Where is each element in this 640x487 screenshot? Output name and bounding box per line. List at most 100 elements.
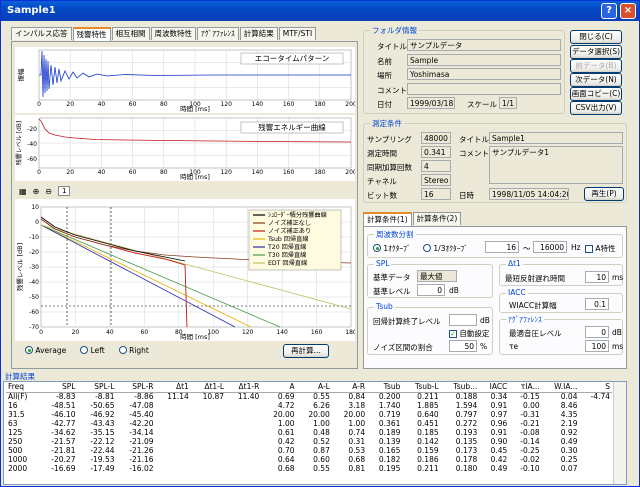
results-col-header[interactable]: A-L [296,382,332,393]
band-octave-option[interactable]: 1ｵｸﾀｰﾌﾞ [373,243,411,254]
table-cell [191,446,226,455]
results-col-header[interactable]: S [579,382,612,393]
recalc-button[interactable]: 再計算... [283,344,329,358]
results-col-header[interactable]: Δt1-R [226,382,262,393]
table-cell [226,410,261,419]
dt1-label: 最短反射遅れ時間 [505,274,565,283]
decay-curve-chart: ｼｭﾛｰﾀﾞｰ積分残響曲線ノイズ補正なしノイズ補正ありTsub 回帰直線T20 … [15,199,355,341]
results-col-header[interactable]: τIA... [509,382,542,393]
table-row[interactable]: 2000 -16.69 -17.49 -16.02 0.68 0.55 0.81 0.195 0… [6,464,612,473]
zoom-out-icon[interactable]: ⊖ [45,187,52,196]
folder-group-title: フォルダ情報 [370,25,419,36]
octave-radio[interactable] [373,244,381,252]
dt1-field[interactable]: 10 [585,271,609,283]
band-to-field[interactable]: 16000 [533,241,567,253]
x-tick-label: 180 [314,169,326,176]
band-third-option[interactable]: 1/3ｵｸﾀｰﾌﾞ [423,243,468,254]
screen-copy-button[interactable]: 画面コピー(C) [570,87,622,101]
table-cell [156,410,191,419]
grid-icon[interactable]: ▦ [19,187,27,196]
results-table-wrap: Freq SPL SPL-L SPL-R Δt1 Δt1-L Δt1-R A A-L A-R Tsu… [3,381,627,485]
zoom-value[interactable]: 1 [57,186,71,196]
table-cell: 11.14 [167,391,189,401]
prev-data-button[interactable]: 前データ(B) [570,59,622,73]
table-cell: 0.49 [490,463,508,473]
x-tick-label: 160 [283,169,295,176]
close-dialog-button[interactable]: 閉じる(C) [570,30,622,44]
radio-right-circle[interactable] [118,346,127,354]
tab-reverb[interactable]: 残響特性 [72,27,111,41]
results-col-header[interactable]: Δt1 [155,382,191,393]
results-col-header[interactable]: Tsub-L [402,382,441,393]
radio-average-circle[interactable] [25,346,33,354]
select-data-button[interactable]: データ選択(S) [570,45,622,59]
zoom-in-icon[interactable]: ⊕ [33,187,40,196]
tsub-auto-checkbox[interactable]: ✓ [449,330,457,338]
noise-ratio-label: ノイズ区間の割合 [373,343,433,352]
results-col-header[interactable]: Tsub [367,382,403,393]
tab-impulse[interactable]: インパルス応答 [11,27,72,40]
play-button[interactable]: 再生(P) [584,187,624,201]
table-cell [156,437,191,446]
results-col-header[interactable]: A [261,382,297,393]
table-cell: 0.195 [378,463,401,473]
radio-left[interactable]: Left [80,346,105,355]
radio-average[interactable]: Average [25,346,66,355]
results-col-header[interactable]: SPL-R [116,382,156,393]
calc-tabs: 計算条件(1) 計算条件(2) [363,212,462,226]
radio-left-label: Left [90,346,105,355]
help-button[interactable]: ? [601,3,617,19]
y-tick-label: -70 [29,324,39,331]
y-tick-label: -50 [29,294,39,301]
csv-export-button[interactable]: CSV出力(V) [570,101,622,115]
x-tick-label: 200 [345,169,355,176]
third-octave-radio[interactable] [423,244,431,252]
a-weight-option[interactable]: A特性 [585,243,616,254]
results-col-header[interactable]: IACC [479,382,510,393]
tab-freq[interactable]: 周波数特性 [150,27,196,40]
table-cell: 0.07 [560,463,578,473]
y-tick-label: -20 [29,249,39,256]
results-col-header[interactable]: W.IA... [541,382,580,393]
results-col-header[interactable]: Δt1-L [190,382,227,393]
y-tick-label: -60 [29,309,39,316]
results-col-header[interactable]: Tsub... [440,382,480,393]
tsub-auto-option[interactable]: ✓ 自動設定 [449,328,489,339]
echo-chart-title: エコータイムパターン [255,54,329,63]
x-tick-label: 0 [37,169,41,176]
y-tick-label: -40 [29,279,39,286]
results-col-header[interactable]: SPL [38,382,78,393]
x-tick-label: 80 [160,169,168,176]
apparent-max-label: 最適音圧レベル [509,329,562,338]
te-field[interactable]: 100 [585,340,609,352]
band-from-field[interactable]: 16 [485,241,519,253]
tsub-auto-label: 自動設定 [459,329,490,338]
tab-results[interactable]: 計算結果 [239,27,278,40]
dt1-unit: ms [612,273,624,282]
avg-count-label: 同期加算回数 [367,163,412,172]
noise-ratio-field[interactable]: 50 [449,340,477,352]
a-weight-checkbox[interactable] [585,245,593,253]
iacc-field[interactable]: 0.1 [585,298,609,310]
results-col-header[interactable]: A-R [331,382,368,393]
tsub-end-label: 回帰計算終了レベル [373,317,441,326]
radio-left-circle[interactable] [80,346,89,354]
close-button[interactable]: × [620,3,636,19]
tab-mtf[interactable]: MTF/STI [278,27,317,40]
tab-apparent[interactable]: ｱｸﾞｱﾌｧﾚﾝｽ [197,27,239,40]
tab-calc2[interactable]: 計算条件(2) [412,212,462,225]
meas-title-label: タイトル [459,135,489,144]
radio-right[interactable]: Right [118,346,149,355]
meas-time-field: 0.341 [421,146,451,158]
folder-comment-label: コメント [377,86,407,95]
tab-calc1[interactable]: 計算条件(1) [363,212,412,226]
sampling-label: サンプリング [367,135,412,144]
next-data-button[interactable]: 次データ(N) [570,73,622,87]
apparent-max-field[interactable]: 0 [585,326,609,338]
results-scrollbar[interactable] [613,382,626,484]
tsub-end-field[interactable] [449,314,477,326]
spl-level-field[interactable]: 0 [417,284,445,296]
results-col-header[interactable]: SPL-L [77,382,117,393]
results-col-header[interactable]: Freq [6,382,39,393]
tab-crosscorr[interactable]: 相互相関 [111,27,150,40]
